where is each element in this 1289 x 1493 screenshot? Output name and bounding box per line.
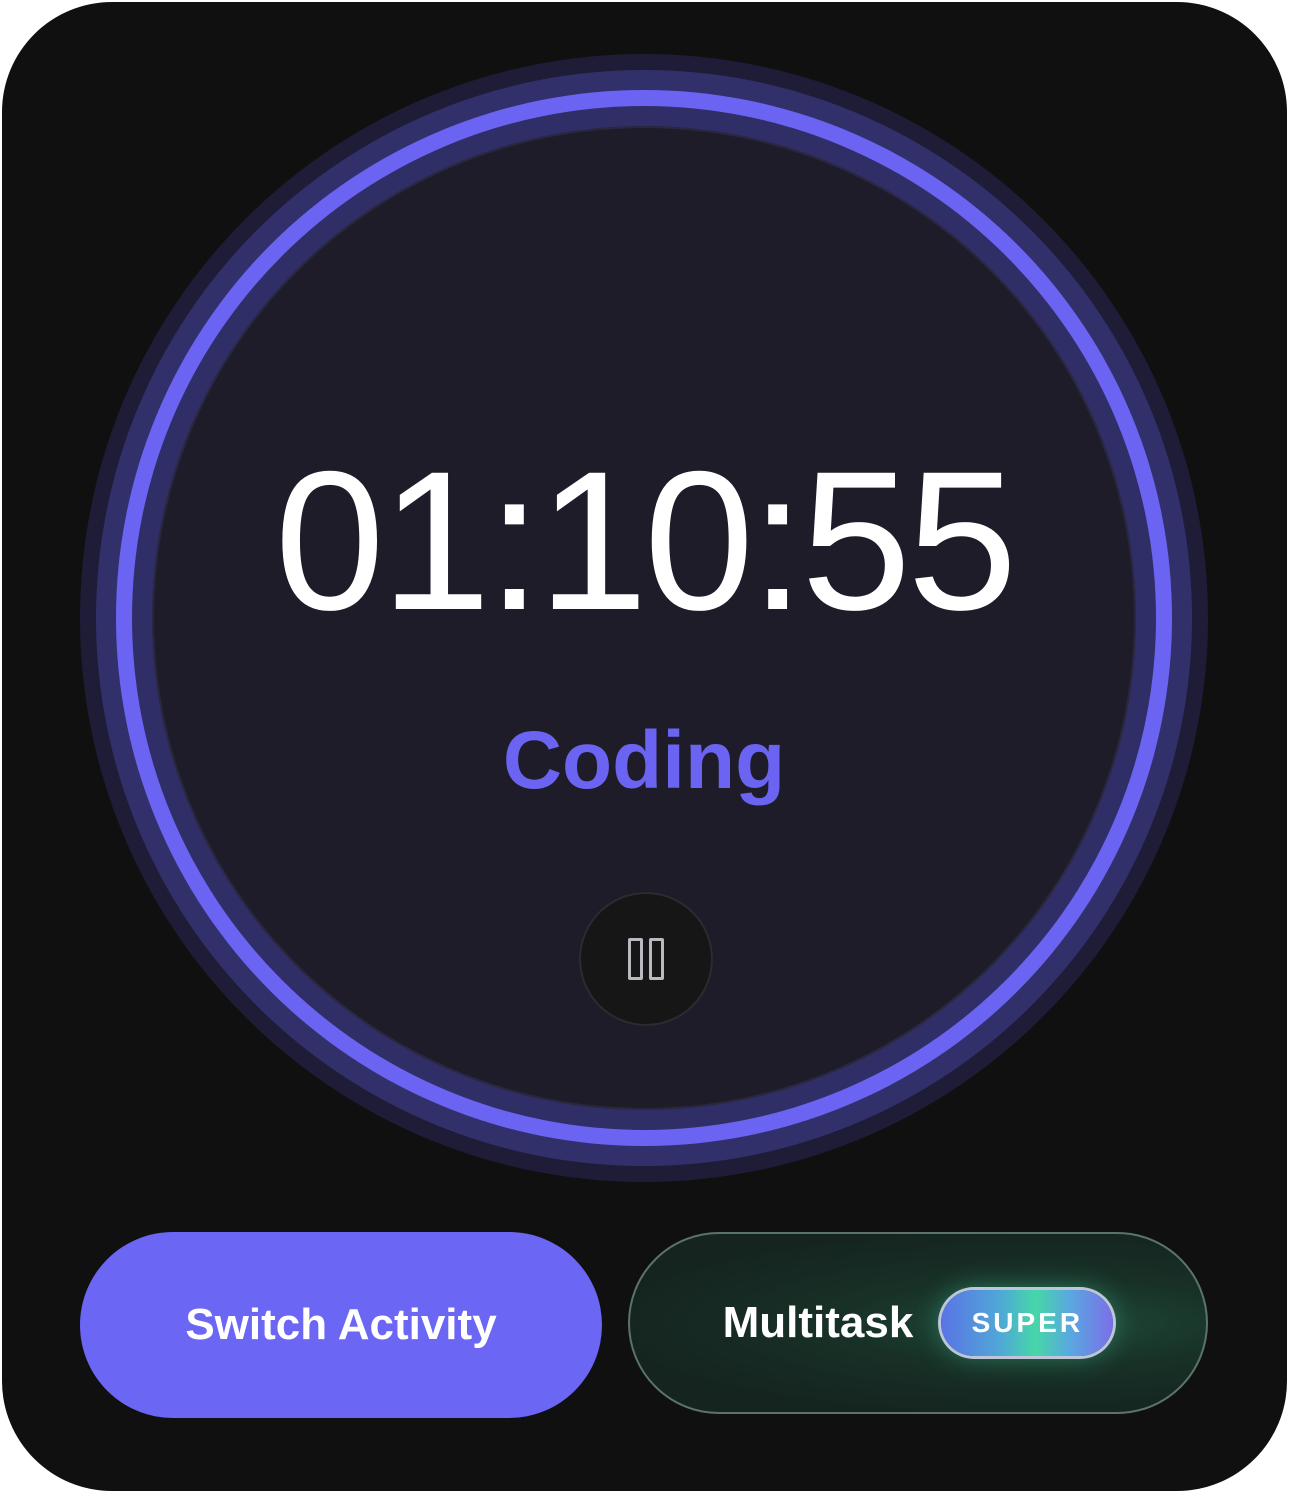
pause-icon-bar-left bbox=[628, 938, 643, 980]
multitask-label: Multitask bbox=[722, 1298, 914, 1347]
pause-icon bbox=[628, 938, 664, 980]
pause-icon-bar-right bbox=[649, 938, 664, 980]
pause-button[interactable] bbox=[579, 892, 713, 1026]
current-activity-label: Coding bbox=[502, 715, 786, 806]
super-badge: SUPER bbox=[941, 1290, 1114, 1356]
switch-activity-button[interactable]: Switch Activity bbox=[80, 1232, 602, 1418]
elapsed-time: 01:10:55 bbox=[274, 430, 1018, 651]
multitask-button[interactable]: Multitask SUPER bbox=[628, 1232, 1208, 1414]
timer-card: 01:10:55 Coding Switch Activity Multitas… bbox=[2, 2, 1287, 1491]
